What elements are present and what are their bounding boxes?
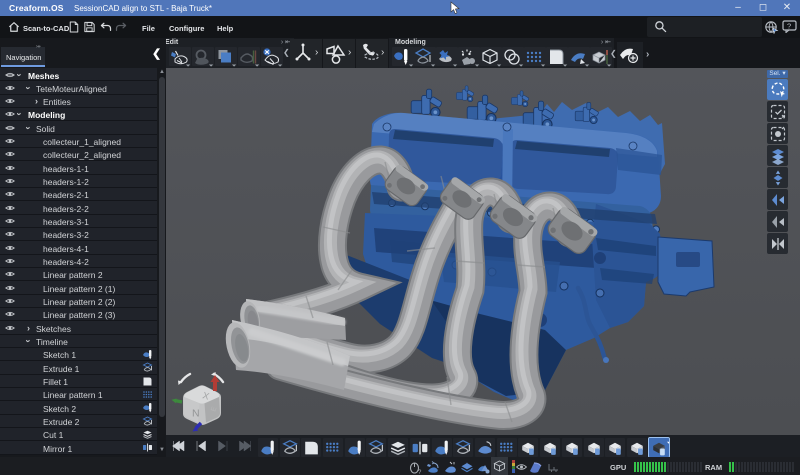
svg-text:N: N [192,408,200,420]
svg-text:?: ? [787,21,791,30]
svg-text:?: ? [418,470,422,475]
